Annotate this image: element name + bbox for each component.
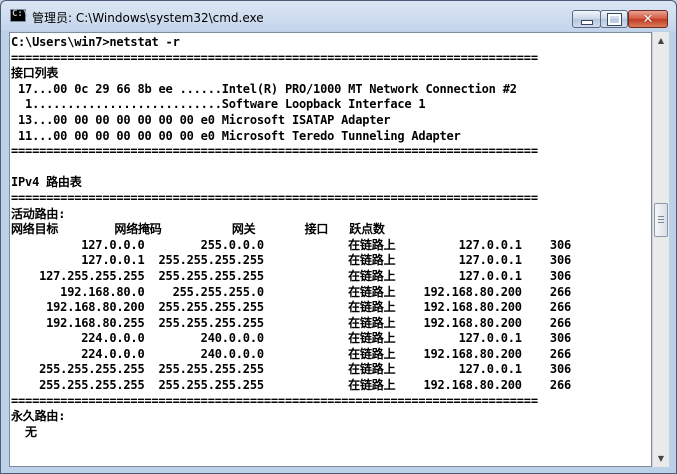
maximize-icon bbox=[606, 12, 622, 26]
console-line: 网络目标 网络掩码 网关 接口 跃点数 bbox=[11, 222, 385, 237]
console-line: 127.0.0.1 255.255.255.255 在链路上 127.0.0.1… bbox=[11, 253, 571, 268]
title-bar[interactable]: C:\ 管理员: C:\Windows\system32\cmd.exe ✕ bbox=[1, 1, 676, 31]
console-line: ========================================… bbox=[11, 144, 538, 159]
console-line: 224.0.0.0 240.0.0.0 在链路上 192.168.80.200 … bbox=[11, 346, 571, 361]
console-line: 127.0.0.0 255.0.0.0 在链路上 127.0.0.1 306 bbox=[11, 237, 571, 252]
cmd-icon[interactable]: C:\ bbox=[10, 9, 29, 22]
scroll-down-icon[interactable]: ▼ bbox=[653, 450, 669, 467]
console-line: 1...........................Software Loo… bbox=[11, 97, 426, 112]
console-lines: C:\Users\win7>netstat -r ================… bbox=[11, 35, 571, 440]
console-line: ========================================… bbox=[11, 190, 538, 205]
console-line: ========================================… bbox=[11, 50, 538, 65]
close-icon: ✕ bbox=[642, 11, 654, 27]
console-line: 13...00 00 00 00 00 00 00 e0 Microsoft I… bbox=[11, 112, 391, 127]
console-line: 192.168.80.255 255.255.255.255 在链路上 192.… bbox=[11, 315, 571, 330]
console-line: 11...00 00 00 00 00 00 00 e0 Microsoft T… bbox=[11, 128, 461, 143]
scroll-up-icon[interactable]: ▲ bbox=[653, 32, 669, 49]
scroll-thumb[interactable] bbox=[654, 203, 668, 237]
console-line: 活动路由: bbox=[11, 206, 66, 221]
minimize-icon bbox=[580, 19, 593, 25]
cmd-icon-label: C:\ bbox=[12, 9, 29, 19]
close-button[interactable]: ✕ bbox=[628, 10, 668, 28]
console-line: 192.168.80.200 255.255.255.255 在链路上 192.… bbox=[11, 300, 571, 315]
console-line: C:\Users\win7>netstat -r bbox=[11, 35, 180, 49]
console-line: IPv4 路由表 bbox=[11, 175, 82, 190]
vertical-scrollbar[interactable]: ▲ ▼ bbox=[652, 32, 669, 467]
maximize-button[interactable] bbox=[600, 10, 628, 28]
console-line: 永久路由: bbox=[11, 409, 66, 424]
window-title: 管理员: C:\Windows\system32\cmd.exe bbox=[32, 11, 264, 25]
console-line: 192.168.80.0 255.255.255.0 在链路上 192.168.… bbox=[11, 284, 571, 299]
console-line: 接口列表 bbox=[11, 66, 59, 81]
console-line: 255.255.255.255 255.255.255.255 在链路上 127… bbox=[11, 362, 571, 377]
console-line: 224.0.0.0 240.0.0.0 在链路上 127.0.0.1 306 bbox=[11, 331, 571, 346]
console-output[interactable]: C:\Users\win7>netstat -r ================… bbox=[9, 32, 652, 467]
console-line: 255.255.255.255 255.255.255.255 在链路上 192… bbox=[11, 378, 571, 393]
cmd-window: C:\ 管理员: C:\Windows\system32\cmd.exe ✕ C… bbox=[0, 0, 677, 474]
console-line: ========================================… bbox=[11, 393, 538, 408]
console-line: 无 bbox=[11, 424, 37, 439]
console-line: 127.255.255.255 255.255.255.255 在链路上 127… bbox=[11, 268, 571, 283]
minimize-button[interactable] bbox=[572, 10, 601, 28]
console-line: 17...00 0c 29 66 8b ee ......Intel(R) PR… bbox=[11, 81, 517, 96]
